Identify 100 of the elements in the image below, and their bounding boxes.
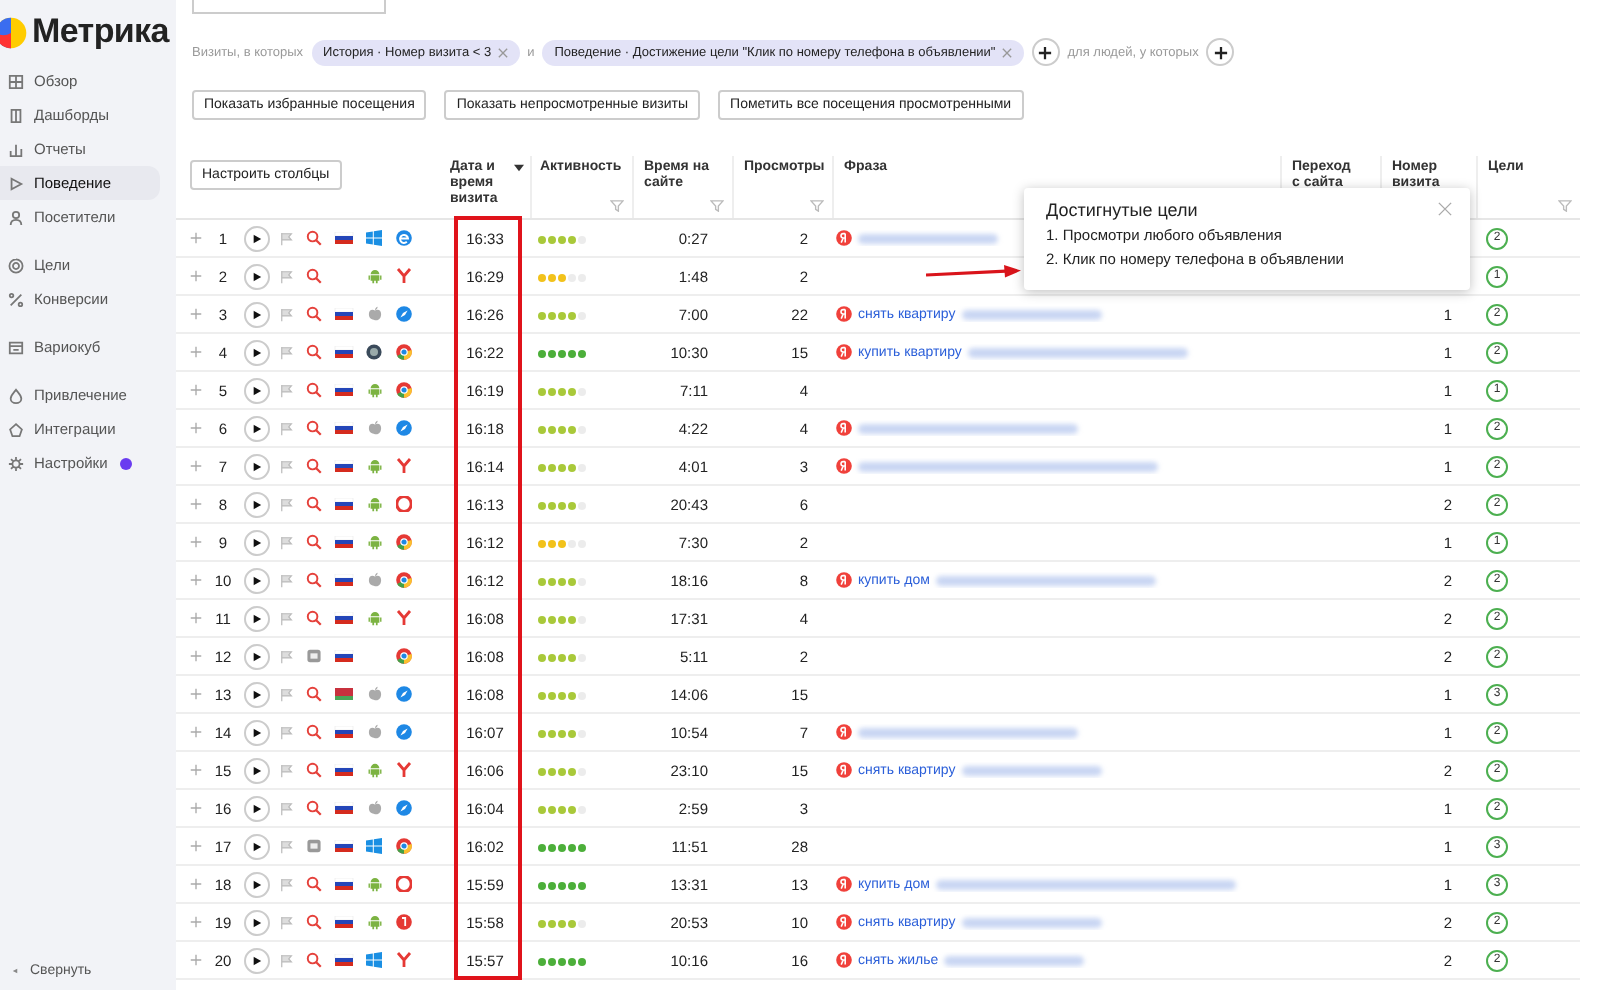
expand-icon[interactable] (190, 422, 202, 434)
flag-icon[interactable] (280, 421, 294, 435)
play-button[interactable] (244, 339, 270, 365)
add-button[interactable] (1206, 38, 1235, 66)
play-icon (252, 271, 262, 281)
play-icon (252, 461, 262, 471)
flag-icon[interactable] (280, 839, 294, 853)
flag-icon[interactable] (280, 649, 294, 663)
play-button[interactable] (244, 947, 270, 973)
close-icon[interactable] (497, 47, 508, 57)
play-icon (252, 879, 262, 889)
expand-icon[interactable] (190, 726, 202, 738)
flag-icon[interactable] (280, 345, 294, 359)
filter-icon[interactable] (710, 200, 724, 212)
flag-icon[interactable] (280, 497, 294, 511)
expand-icon[interactable] (190, 270, 202, 282)
select-field[interactable] (192, 0, 386, 14)
expand-icon[interactable] (190, 878, 202, 890)
play-icon (252, 423, 262, 433)
flag-icon[interactable] (280, 953, 294, 967)
dashboard-icon (8, 107, 24, 123)
filter-icon[interactable] (1558, 200, 1572, 212)
play-button[interactable] (244, 567, 270, 593)
target-icon (8, 257, 24, 273)
percent-icon (8, 291, 24, 307)
expand-icon[interactable] (190, 346, 202, 358)
sort-icon[interactable] (514, 164, 524, 172)
close-icon[interactable] (1438, 202, 1452, 216)
bar-chart-icon (8, 141, 24, 157)
expand-icon[interactable] (190, 384, 202, 396)
play-button[interactable] (244, 871, 270, 897)
play-button[interactable] (244, 491, 270, 517)
play-button[interactable] (244, 643, 270, 669)
play-icon (252, 727, 262, 737)
flag-icon[interactable] (280, 687, 294, 701)
play-button[interactable] (244, 263, 270, 289)
expand-icon[interactable] (190, 802, 202, 814)
play-icon (252, 917, 262, 927)
play-icon (252, 803, 262, 813)
play-button[interactable] (244, 225, 270, 251)
play-button[interactable] (244, 757, 270, 783)
play-icon (252, 613, 262, 623)
popup-title: Достигнутые цели (1046, 200, 1198, 220)
expand-icon[interactable] (190, 954, 202, 966)
expand-icon[interactable] (190, 232, 202, 244)
flag-icon[interactable] (280, 573, 294, 587)
play-icon (252, 385, 262, 395)
flag-icon[interactable] (280, 725, 294, 739)
expand-icon[interactable] (190, 688, 202, 700)
expand-icon[interactable] (190, 498, 202, 510)
flag-icon[interactable] (280, 611, 294, 625)
logo-text: Метрика (32, 12, 169, 52)
add-button[interactable] (1031, 38, 1060, 66)
notification-dot (120, 457, 132, 469)
play-icon (252, 347, 262, 357)
flag-icon[interactable] (280, 307, 294, 321)
expand-icon[interactable] (190, 612, 202, 624)
play-button[interactable] (244, 529, 270, 555)
logo-icon (0, 15, 28, 49)
person-icon (8, 209, 24, 225)
arrow-annotation (926, 264, 1022, 280)
play-icon (252, 765, 262, 775)
flag-icon[interactable] (280, 763, 294, 777)
gear-icon (8, 455, 24, 471)
play-icon (252, 841, 262, 851)
play-icon (252, 575, 262, 585)
play-button[interactable] (244, 605, 270, 631)
flag-icon[interactable] (280, 915, 294, 929)
plus-icon (1038, 45, 1053, 59)
flag-icon[interactable] (280, 535, 294, 549)
expand-icon[interactable] (190, 536, 202, 548)
play-button[interactable] (244, 909, 270, 935)
close-icon[interactable] (1001, 47, 1012, 57)
play-button[interactable] (244, 681, 270, 707)
play-button[interactable] (244, 377, 270, 403)
flag-icon[interactable] (280, 459, 294, 473)
play-icon (252, 689, 262, 699)
filter-icon[interactable] (810, 200, 824, 212)
flag-icon[interactable] (280, 383, 294, 397)
expand-icon[interactable] (190, 460, 202, 472)
flag-icon[interactable] (280, 231, 294, 245)
expand-icon[interactable] (190, 574, 202, 586)
flag-icon[interactable] (280, 801, 294, 815)
flag-icon[interactable] (280, 877, 294, 891)
play-icon (252, 651, 262, 661)
play-button[interactable] (244, 795, 270, 821)
expand-icon[interactable] (190, 764, 202, 776)
flag-icon[interactable] (280, 269, 294, 283)
expand-icon[interactable] (190, 308, 202, 320)
play-button[interactable] (244, 453, 270, 479)
expand-icon[interactable] (190, 916, 202, 928)
play-button[interactable] (244, 415, 270, 441)
filter-icon[interactable] (610, 200, 624, 212)
play-button[interactable] (244, 719, 270, 745)
play-button[interactable] (244, 833, 270, 859)
expand-icon[interactable] (190, 840, 202, 852)
play-icon (252, 499, 262, 509)
play-button[interactable] (244, 301, 270, 327)
expand-icon[interactable] (190, 650, 202, 662)
caret-icon (12, 968, 18, 974)
